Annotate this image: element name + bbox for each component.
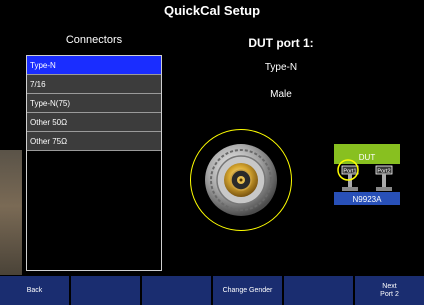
connector-item-7-16[interactable]: 7/16 (27, 75, 161, 94)
softkey-3-button[interactable] (142, 276, 211, 305)
connector-item-type-n-75[interactable]: Type-N(75) (27, 94, 161, 113)
window-title: QuickCal Setup (163, 3, 261, 18)
calibration-diagram-icon: DUT Port1 Port2 N9923A (334, 144, 400, 205)
connector-item-other-50[interactable]: Other 50Ω (27, 113, 161, 132)
connectors-heading: Connectors (65, 34, 123, 46)
back-button[interactable]: Back (0, 276, 69, 305)
diagram-port2-label: Port2 (377, 169, 390, 175)
diagram-instrument-label: N9923A (353, 195, 383, 204)
diagram-port1-label: Port1 (343, 169, 356, 175)
dut-connector-type: Type-N (264, 62, 298, 73)
softkey-2-button[interactable] (71, 276, 140, 305)
connector-list[interactable]: Type-N 7/16 Type-N(75) Other 50Ω Other 7… (26, 55, 162, 271)
dut-connector-gender: Male (270, 89, 292, 100)
dut-port-heading: DUT port 1: (248, 36, 314, 50)
connector-item-other-75[interactable]: Other 75Ω (27, 132, 161, 151)
connector-item-type-n[interactable]: Type-N (27, 56, 161, 75)
next-label: Next (382, 282, 397, 290)
softkey-5-button[interactable] (284, 276, 353, 305)
change-gender-button[interactable]: Change Gender (213, 276, 282, 305)
diagram-dut-label: DUT (359, 153, 376, 162)
next-port-label: Port 2 (380, 290, 399, 298)
next-port-button[interactable]: Next Port 2 (355, 276, 424, 305)
background-photo-edge (0, 150, 22, 275)
connector-icon (205, 144, 277, 216)
softkey-bar: Back Change Gender Next Port 2 (0, 276, 424, 305)
